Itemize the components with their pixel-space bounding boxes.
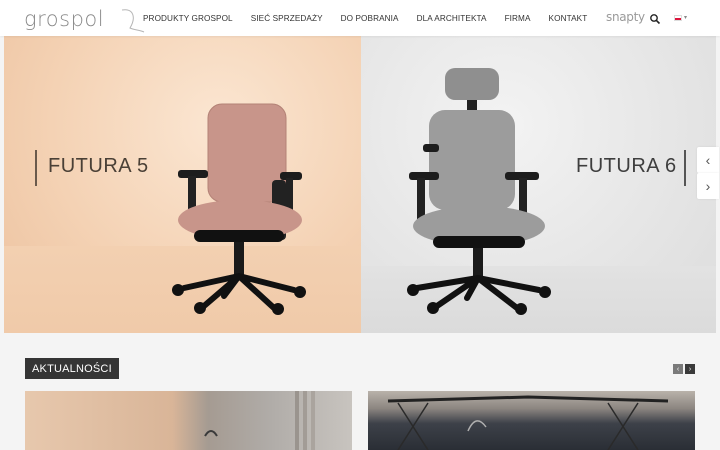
site-header: grospol PRODUKTY GROSPOL SIEĆ SPRZEDAŻY …: [0, 0, 720, 36]
chevron-down-icon: ▾: [684, 15, 688, 21]
chevron-left-icon: ‹: [676, 365, 680, 373]
label-divider: [35, 150, 37, 186]
news-card-image: [387, 395, 669, 450]
nav-item-do-pobrania[interactable]: DO POBRANIA: [341, 14, 399, 23]
slider-next-button[interactable]: ›: [697, 173, 719, 199]
news-section-title: AKTUALNOŚCI: [25, 358, 119, 379]
news-title: AKTUALNOŚCI: [32, 362, 112, 375]
search-icon[interactable]: [649, 12, 661, 25]
news-card-image: [204, 391, 315, 450]
chevron-left-icon: ‹: [705, 152, 711, 168]
chevron-right-icon: ›: [688, 365, 692, 373]
nav-item-siec-sprzedazy[interactable]: SIEĆ SPRZEDAŻY: [251, 14, 323, 23]
logo-text: grospol: [24, 7, 105, 31]
hero-slide-futura-5[interactable]: FUTURA 5: [4, 36, 361, 333]
logo-swoosh-icon: [121, 9, 145, 33]
slide-label-futura-5: FUTURA 5: [48, 155, 149, 177]
nav-item-kontakt[interactable]: KONTAKT: [549, 14, 588, 23]
chair-futura-5-image: [172, 103, 306, 315]
chair-futura-6-image: [407, 68, 551, 315]
logo[interactable]: grospol: [24, 6, 145, 33]
snapty-link[interactable]: snapty: [606, 10, 645, 24]
nav-item-dla-architekta[interactable]: DLA ARCHITEKTA: [417, 14, 487, 23]
chevron-right-icon: ›: [705, 178, 711, 194]
nav-item-firma[interactable]: FIRMA: [505, 14, 531, 23]
hero-slider: FUTURA 5 FUTURA 6: [4, 36, 716, 333]
news-prev-button[interactable]: ‹: [673, 364, 683, 374]
language-switcher[interactable]: ▾: [674, 14, 687, 21]
news-card[interactable]: [368, 391, 695, 450]
hero-slide-futura-6[interactable]: [361, 36, 716, 333]
main-nav: PRODUKTY GROSPOL SIEĆ SPRZEDAŻY DO POBRA…: [143, 0, 605, 36]
slider-prev-button[interactable]: ‹: [697, 147, 719, 173]
news-next-button[interactable]: ›: [685, 364, 695, 374]
slide-label-futura-6: FUTURA 6: [576, 155, 677, 177]
news-carousel-nav: ‹ ›: [673, 364, 695, 374]
page: grospol PRODUKTY GROSPOL SIEĆ SPRZEDAŻY …: [0, 0, 720, 450]
label-divider: [684, 150, 686, 186]
news-card[interactable]: [25, 391, 352, 450]
flag-pl-icon: [674, 14, 682, 21]
nav-item-produkty[interactable]: PRODUKTY GROSPOL: [143, 14, 233, 23]
